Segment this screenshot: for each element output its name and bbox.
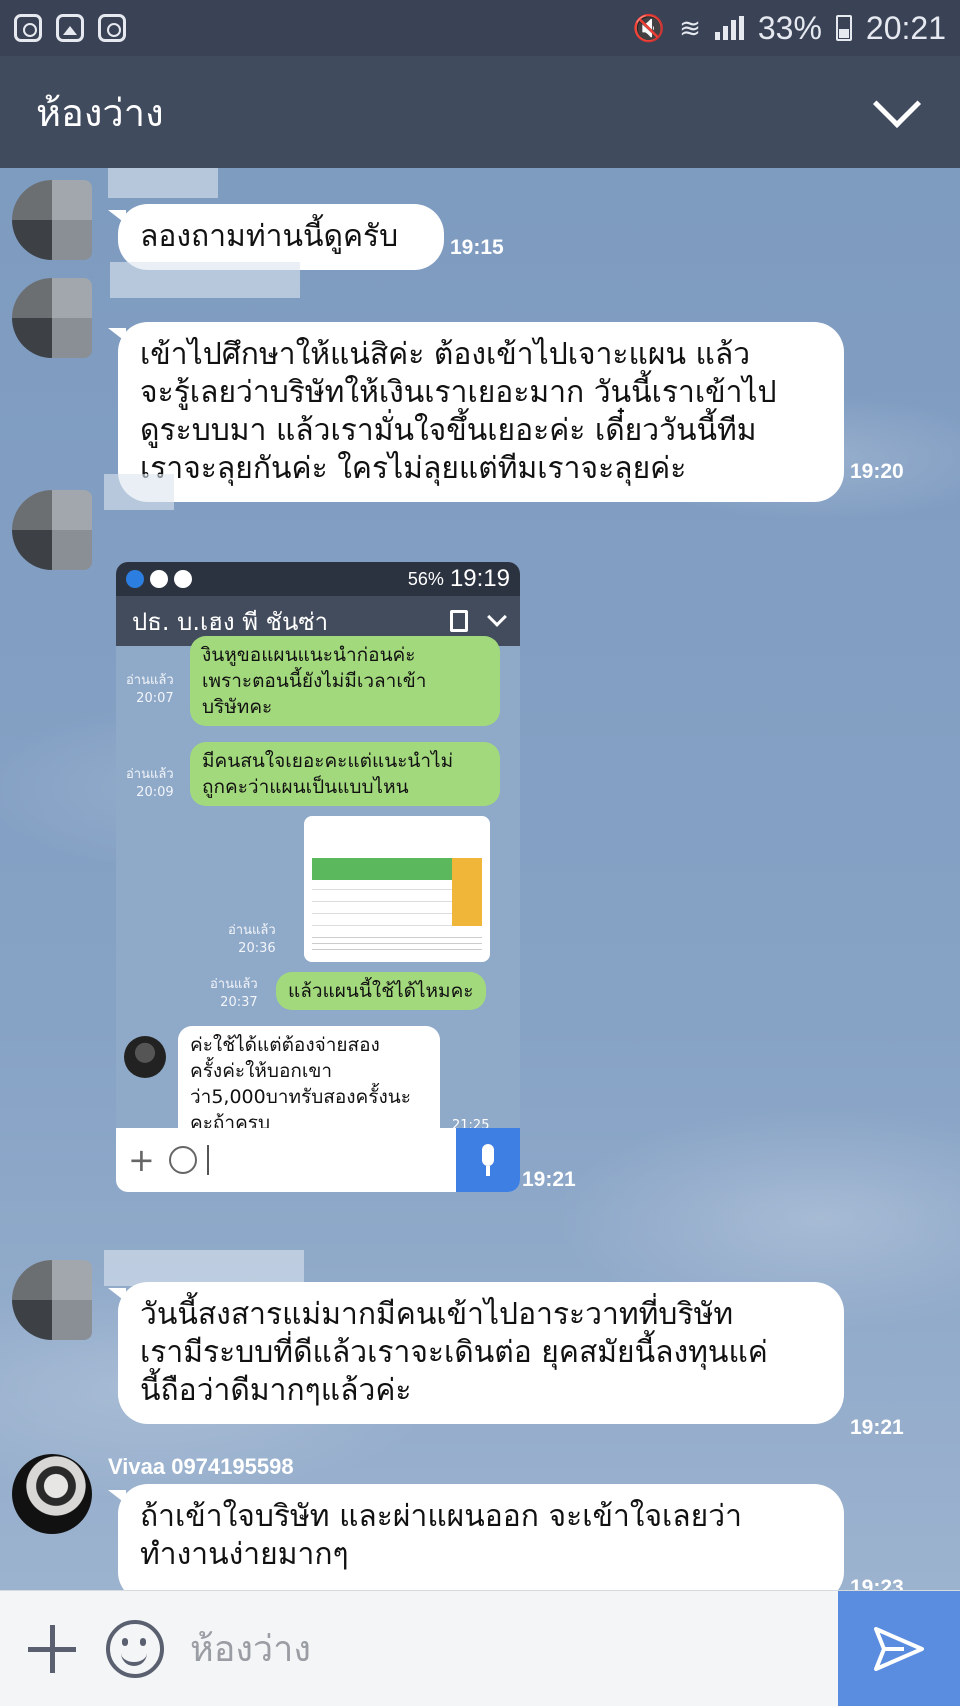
message-text: งินหูขอแผนแนะนำก่อนค่ะ <box>202 644 416 666</box>
chat-header: ห้องว่าง <box>0 56 960 168</box>
send-button[interactable] <box>838 1590 960 1706</box>
notification-icons <box>14 14 126 42</box>
message-text: เรามีระบบที่ดีแล้วเราจะเดินต่อ ยุคสมัยนี… <box>140 1335 768 1370</box>
message-text: แล้วแผนนี้ใช้ได้ไหมคะ <box>288 980 474 1002</box>
message-input[interactable] <box>190 1613 838 1684</box>
message-bubble[interactable]: ถ้าเข้าใจบริษัท และผ่าแผนออก จะเข้าใจเลย… <box>108 1484 844 1590</box>
sender-name-redacted <box>104 474 174 510</box>
message-text: นี้ถือว่าดีมากๆแล้วค่ะ <box>140 1373 412 1408</box>
avatar[interactable] <box>12 278 92 358</box>
status-bar: 🔇 ≋ 33% 20:21 <box>0 0 960 56</box>
microphone-icon <box>456 1128 520 1192</box>
sender-name-redacted <box>108 168 218 198</box>
send-icon <box>874 1626 924 1671</box>
read-receipt: อ่านแล้ว 20:36 <box>228 922 276 958</box>
system-indicators: 🔇 ≋ 33% 20:21 <box>633 10 946 47</box>
read-label: อ่านแล้ว <box>126 673 174 688</box>
sender-name-redacted <box>110 262 300 298</box>
sent-message: แล้วแผนนี้ใช้ได้ไหมคะ <box>276 972 486 1010</box>
avatar[interactable] <box>12 1260 92 1340</box>
chevron-down-icon <box>487 607 507 627</box>
read-receipt: อ่านแล้ว 20:09 <box>126 766 174 802</box>
message-time: 19:20 <box>850 460 904 483</box>
message-text: ว่า5,000บาทรับสองครั้งนะ <box>190 1086 411 1108</box>
skype-icon <box>126 570 144 588</box>
plus-icon: + <box>128 1141 155 1179</box>
plan-table-image <box>304 816 490 962</box>
emoji-icon <box>168 1146 197 1174</box>
message-bubble[interactable]: วันนี้สงสารแม่มากมีคนเข้าไปอาระวาทที่บริ… <box>108 1282 844 1424</box>
message-text: เพราะตอนนี้ยังไม่มีเวลาเข้า <box>202 670 427 692</box>
read-label: อ่านแล้ว <box>228 923 276 938</box>
read-time: 20:07 <box>136 691 174 706</box>
embedded-input-bar: + <box>116 1128 520 1192</box>
chevron-down-icon[interactable] <box>872 79 922 129</box>
wifi-icon: ≋ <box>679 12 701 43</box>
embedded-chat-body: อ่านแล้ว 20:07 งินหูขอแผนแนะนำก่อนค่ะ เพ… <box>116 636 520 1144</box>
text-caret <box>206 1145 209 1175</box>
instagram-icon <box>98 14 126 42</box>
signal-icon <box>714 16 744 40</box>
message-text: ถูกคะว่าแผนเป็นแบบไหน <box>202 776 409 798</box>
add-attachment-button[interactable] <box>22 1619 82 1679</box>
message-bubble[interactable]: ลองถามท่านนี้ดูครับ <box>108 204 444 270</box>
message-text: ค่ะใช้ได้แต่ต้องจ่ายสอง <box>190 1034 380 1056</box>
sent-message: งินหูขอแผนแนะนำก่อนค่ะ เพราะตอนนี้ยังไม่… <box>190 636 500 726</box>
sent-message: มีคนสนใจเยอะคะแต่แนะนำไม่ ถูกคะว่าแผนเป็… <box>190 742 500 806</box>
notification-icon <box>174 570 192 588</box>
emoji-button[interactable] <box>106 1619 164 1678</box>
avatar[interactable] <box>12 1454 92 1534</box>
message-text: ถ้าเข้าใจบริษัท และผ่าแผนออก จะเข้าใจเลย… <box>140 1499 742 1534</box>
chat-area[interactable]: ลองถามท่านนี้ดูครับ 19:15 เข้าไปศึกษาให้… <box>0 168 960 1590</box>
document-icon <box>450 610 468 632</box>
embedded-battery-percent: 56% <box>407 568 444 589</box>
mute-icon: 🔇 <box>632 12 666 43</box>
read-receipt: อ่านแล้ว 20:07 <box>126 672 174 708</box>
status-clock: 20:21 <box>865 9 946 46</box>
avatar[interactable] <box>12 490 92 570</box>
message-time: 19:23 <box>850 1576 904 1590</box>
read-label: อ่านแล้ว <box>126 767 174 782</box>
message-text: เราจะลุยกันค่ะ ใครไม่ลุยแต่ทีมเราจะลุยค่… <box>140 451 687 486</box>
message-input-bar <box>0 1590 960 1706</box>
message-bubble[interactable]: เข้าไปศึกษาให้แน่สิค่ะ ต้องเข้าไปเจาะแผน… <box>108 322 844 502</box>
chat-title: ห้องว่าง <box>36 92 164 135</box>
read-time: 20:37 <box>220 995 258 1010</box>
message-text: ทำงานง่ายมากๆ <box>140 1537 349 1572</box>
read-receipt: อ่านแล้ว 20:37 <box>210 976 258 1012</box>
gallery-icon <box>56 14 84 42</box>
message-text: ครั้งค่ะให้บอกเขา <box>190 1060 333 1082</box>
message-time: 19:21 <box>522 1168 576 1191</box>
message-text: ดูระบบมา แล้วเรามั่นใจขึ้นเยอะค่ะ เดี๋ยว… <box>140 413 757 448</box>
message-time: 19:21 <box>850 1416 904 1439</box>
read-time: 20:09 <box>136 785 174 800</box>
sender-name: Vivaa 0974195598 <box>108 1454 294 1479</box>
image-message[interactable]: 56% 19:19 ปธ. บ.เฮง พี ชันซ่า อ่านแล้ว 2… <box>116 562 520 1192</box>
embedded-clock: 19:19 <box>449 565 510 592</box>
message-text: จะรู้เลยว่าบริษัทให้เงินเราเยอะมาก วันนี… <box>140 375 777 410</box>
avatar[interactable] <box>12 180 92 260</box>
battery-icon <box>835 15 852 41</box>
battery-percent: 33% <box>757 9 822 46</box>
embedded-chat-title: ปธ. บ.เฮง พี ชันซ่า <box>132 607 329 636</box>
avatar <box>124 1036 166 1078</box>
received-message: ค่ะใช้ได้แต่ต้องจ่ายสอง ครั้งค่ะให้บอกเข… <box>178 1026 440 1142</box>
message-time: 19:15 <box>450 236 504 259</box>
message-text: มีคนสนใจเยอะคะแต่แนะนำไม่ <box>202 750 454 772</box>
instagram-icon <box>14 14 42 42</box>
chat-bubble-icon <box>150 570 168 588</box>
message-text: เข้าไปศึกษาให้แน่สิค่ะ ต้องเข้าไปเจาะแผน… <box>140 337 751 372</box>
read-time: 20:36 <box>238 941 276 956</box>
read-label: อ่านแล้ว <box>210 977 258 992</box>
message-text: ลองถามท่านนี้ดูครับ <box>140 219 399 254</box>
sender-name-redacted <box>104 1250 304 1286</box>
embedded-status-bar: 56% 19:19 <box>116 562 520 596</box>
message-text: วันนี้สงสารแม่มากมีคนเข้าไปอาระวาทที่บริ… <box>140 1297 734 1332</box>
message-text: บริษัทคะ <box>202 696 273 718</box>
